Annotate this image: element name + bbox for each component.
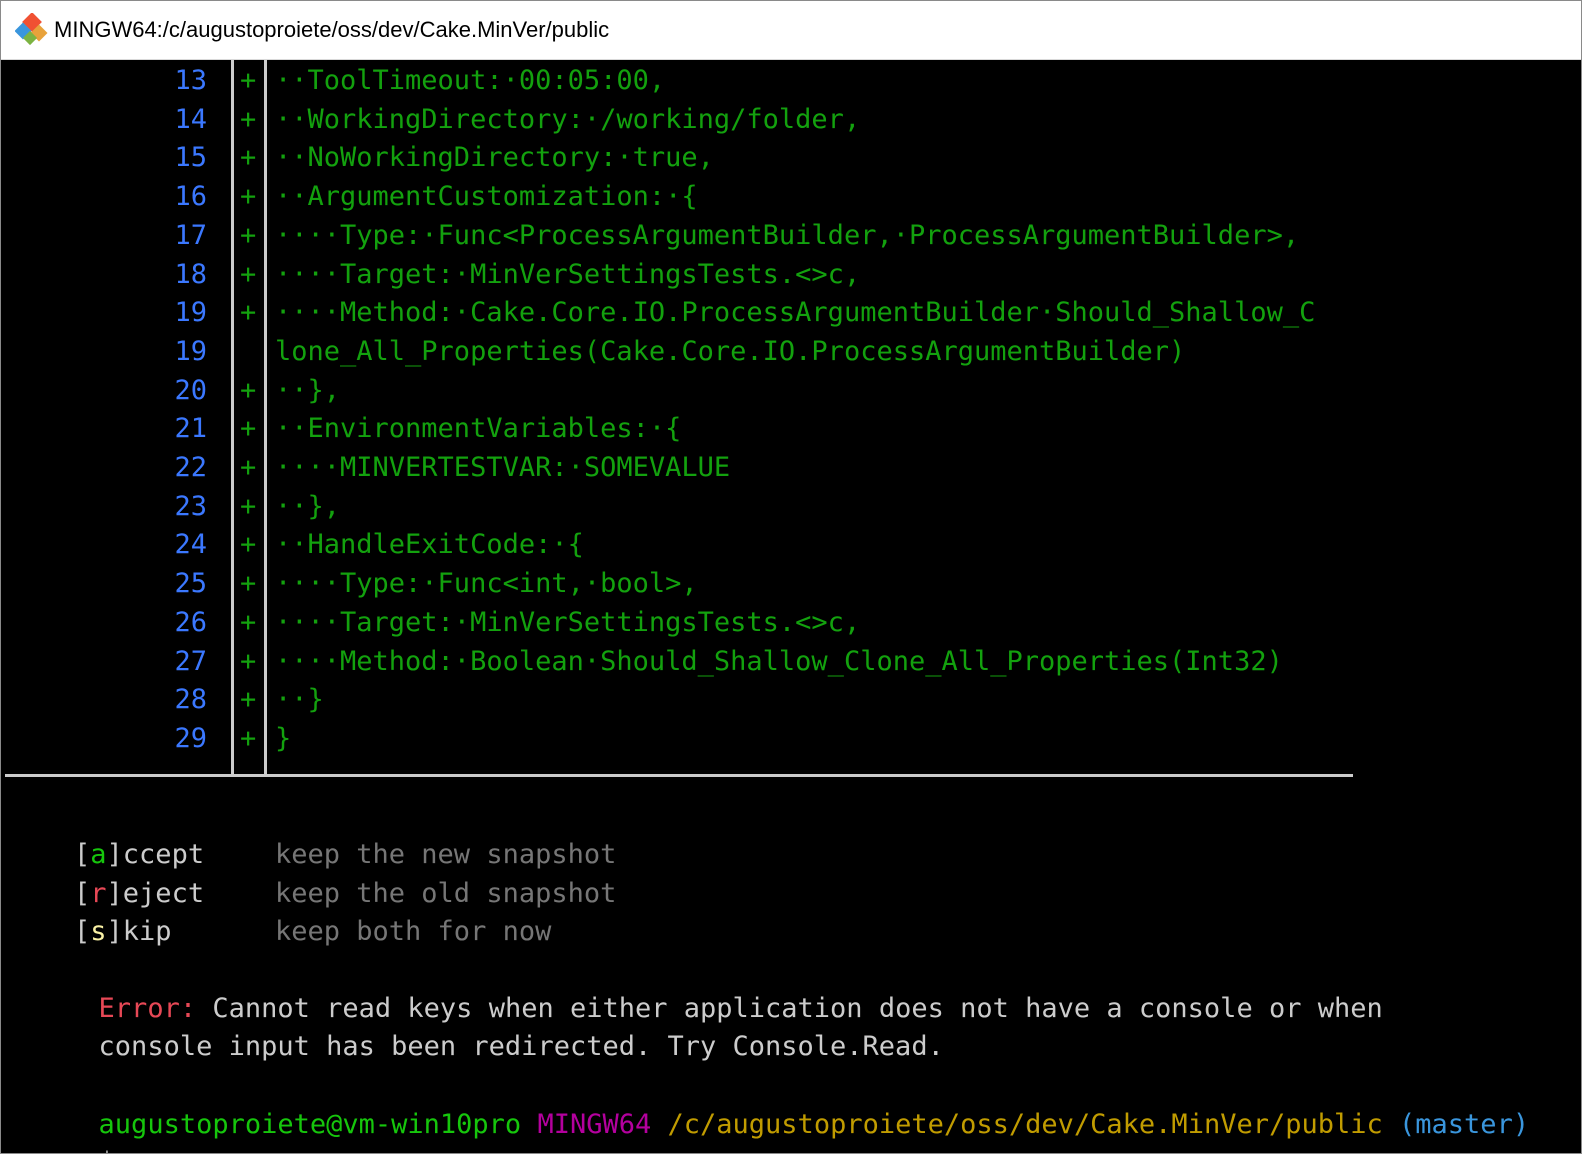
prompt-user-host: augustoproiete@vm-win10pro bbox=[98, 1109, 522, 1140]
shell-prompt: augustoproiete@vm-win10pro MINGW64 /c/au… bbox=[1, 1068, 1530, 1140]
line-number: 29 bbox=[174, 722, 207, 754]
diff-code: ····Method:·Boolean·Should_Shallow_Clone… bbox=[275, 645, 1283, 677]
diff-code: lone_All_Properties(Cake.Core.IO.Process… bbox=[275, 335, 1186, 367]
line-number: 20 bbox=[174, 374, 207, 406]
line-number: 19 bbox=[174, 297, 207, 329]
diff-code: ····Target:·MinVerSettingsTests.<>c, bbox=[275, 606, 861, 638]
line-number: 27 bbox=[174, 645, 207, 677]
diff-separator-right bbox=[264, 60, 267, 776]
bracket-close: ] bbox=[106, 877, 123, 909]
added-marker: + bbox=[240, 258, 257, 290]
added-marker: + bbox=[240, 684, 257, 716]
bracket-open: [ bbox=[74, 916, 91, 948]
bracket-close: ] bbox=[106, 916, 123, 948]
line-number: 17 bbox=[174, 219, 207, 251]
diff-code: ··ArgumentCustomization:·{ bbox=[275, 181, 698, 213]
diff-code: ··EnvironmentVariables:·{ bbox=[275, 413, 682, 445]
git-bash-icon bbox=[15, 13, 48, 46]
command-input-line[interactable]: $ bbox=[1, 1106, 115, 1153]
line-number: 14 bbox=[174, 103, 207, 135]
added-marker: + bbox=[240, 722, 257, 754]
option-key-skip: [s]kip bbox=[74, 913, 172, 951]
line-number: 22 bbox=[174, 452, 207, 483]
error-line-2: console input has been redirected. Try C… bbox=[1, 990, 944, 1062]
diff-code: ··} bbox=[275, 684, 324, 716]
shortcut-letter: a bbox=[90, 839, 107, 870]
added-marker: + bbox=[240, 413, 257, 445]
added-marker: + bbox=[240, 490, 257, 522]
line-number: 21 bbox=[174, 413, 207, 445]
option-description: keep the old snapshot bbox=[275, 877, 617, 909]
bracket-open: [ bbox=[74, 877, 91, 909]
line-number: 19 bbox=[174, 335, 207, 367]
diff-code: ····Method:·Cake.Core.IO.ProcessArgument… bbox=[275, 297, 1316, 329]
terminal-output[interactable]: 13 + ··ToolTimeout:·00:05:00, 14 + ··WorkingD… bbox=[1, 60, 1581, 1153]
diff-bottom-border bbox=[5, 774, 1353, 777]
line-number: 24 bbox=[174, 529, 207, 561]
option-label: kip bbox=[122, 916, 172, 948]
line-number: 28 bbox=[174, 684, 207, 716]
prompt-branch: (master) bbox=[1399, 1109, 1530, 1140]
added-marker: + bbox=[240, 142, 257, 174]
title-bar[interactable]: MINGW64:/c/augustoproiete/oss/dev/Cake.M… bbox=[1, 1, 1581, 60]
diff-code: ····Target:·MinVerSettingsTests.<>c, bbox=[275, 258, 861, 290]
diff-code: ····Type:·Func<int,·bool>, bbox=[275, 568, 698, 600]
added-marker: + bbox=[240, 181, 257, 213]
option-label: eject bbox=[122, 877, 205, 909]
diff-code: ··NoWorkingDirectory:·true, bbox=[275, 142, 714, 174]
option-key-reject: [r]eject bbox=[74, 875, 204, 913]
diff-code: ··ToolTimeout:·00:05:00, bbox=[275, 65, 666, 96]
line-number: 26 bbox=[174, 606, 207, 638]
added-marker: + bbox=[240, 529, 257, 561]
line-number: 23 bbox=[174, 490, 207, 522]
bracket-close: ] bbox=[106, 839, 123, 870]
error-message-part-2: console input has been redirected. Try C… bbox=[98, 1031, 944, 1062]
added-marker: + bbox=[240, 297, 257, 329]
bracket-open: [ bbox=[74, 839, 91, 870]
added-marker: + bbox=[240, 452, 257, 483]
prompt-system: MINGW64 bbox=[537, 1109, 652, 1140]
added-marker: + bbox=[240, 374, 257, 406]
diff-code: ··}, bbox=[275, 374, 341, 406]
added-marker: + bbox=[240, 606, 257, 638]
prompt-path: /c/augustoproiete/oss/dev/Cake.MinVer/pu… bbox=[667, 1109, 1383, 1140]
terminal-window: MINGW64:/c/augustoproiete/oss/dev/Cake.M… bbox=[0, 0, 1582, 1154]
added-marker: + bbox=[240, 568, 257, 600]
diff-separator-left bbox=[231, 60, 234, 776]
option-key-accept: [a]ccept bbox=[74, 836, 204, 874]
option-description: keep both for now bbox=[275, 916, 552, 948]
shortcut-letter: s bbox=[90, 916, 107, 948]
added-marker: + bbox=[240, 219, 257, 251]
line-number: 18 bbox=[174, 258, 207, 290]
diff-code: ··HandleExitCode:·{ bbox=[275, 529, 584, 561]
added-marker: + bbox=[240, 65, 257, 96]
added-marker: + bbox=[240, 645, 257, 677]
option-label: ccept bbox=[122, 839, 205, 870]
diff-code: } bbox=[275, 722, 292, 754]
line-number: 15 bbox=[174, 142, 207, 174]
line-number: 13 bbox=[174, 65, 207, 96]
line-number: 25 bbox=[174, 568, 207, 600]
window-title: MINGW64:/c/augustoproiete/oss/dev/Cake.M… bbox=[54, 17, 610, 42]
error-line-1: Error: Cannot read keys when either appl… bbox=[1, 952, 1383, 1024]
line-number: 16 bbox=[174, 181, 207, 213]
diff-code: ··}, bbox=[275, 490, 341, 522]
diff-code: ····MINVERTESTVAR:·SOMEVALUE bbox=[275, 452, 731, 483]
added-marker: + bbox=[240, 103, 257, 135]
shortcut-letter: r bbox=[90, 877, 107, 909]
diff-code: ··WorkingDirectory:·/working/folder, bbox=[275, 103, 861, 135]
diff-code: ····Type:·Func<ProcessArgumentBuilder,·P… bbox=[275, 219, 1300, 251]
option-description: keep the new snapshot bbox=[275, 839, 617, 870]
prompt-symbol: $ bbox=[99, 1147, 115, 1153]
